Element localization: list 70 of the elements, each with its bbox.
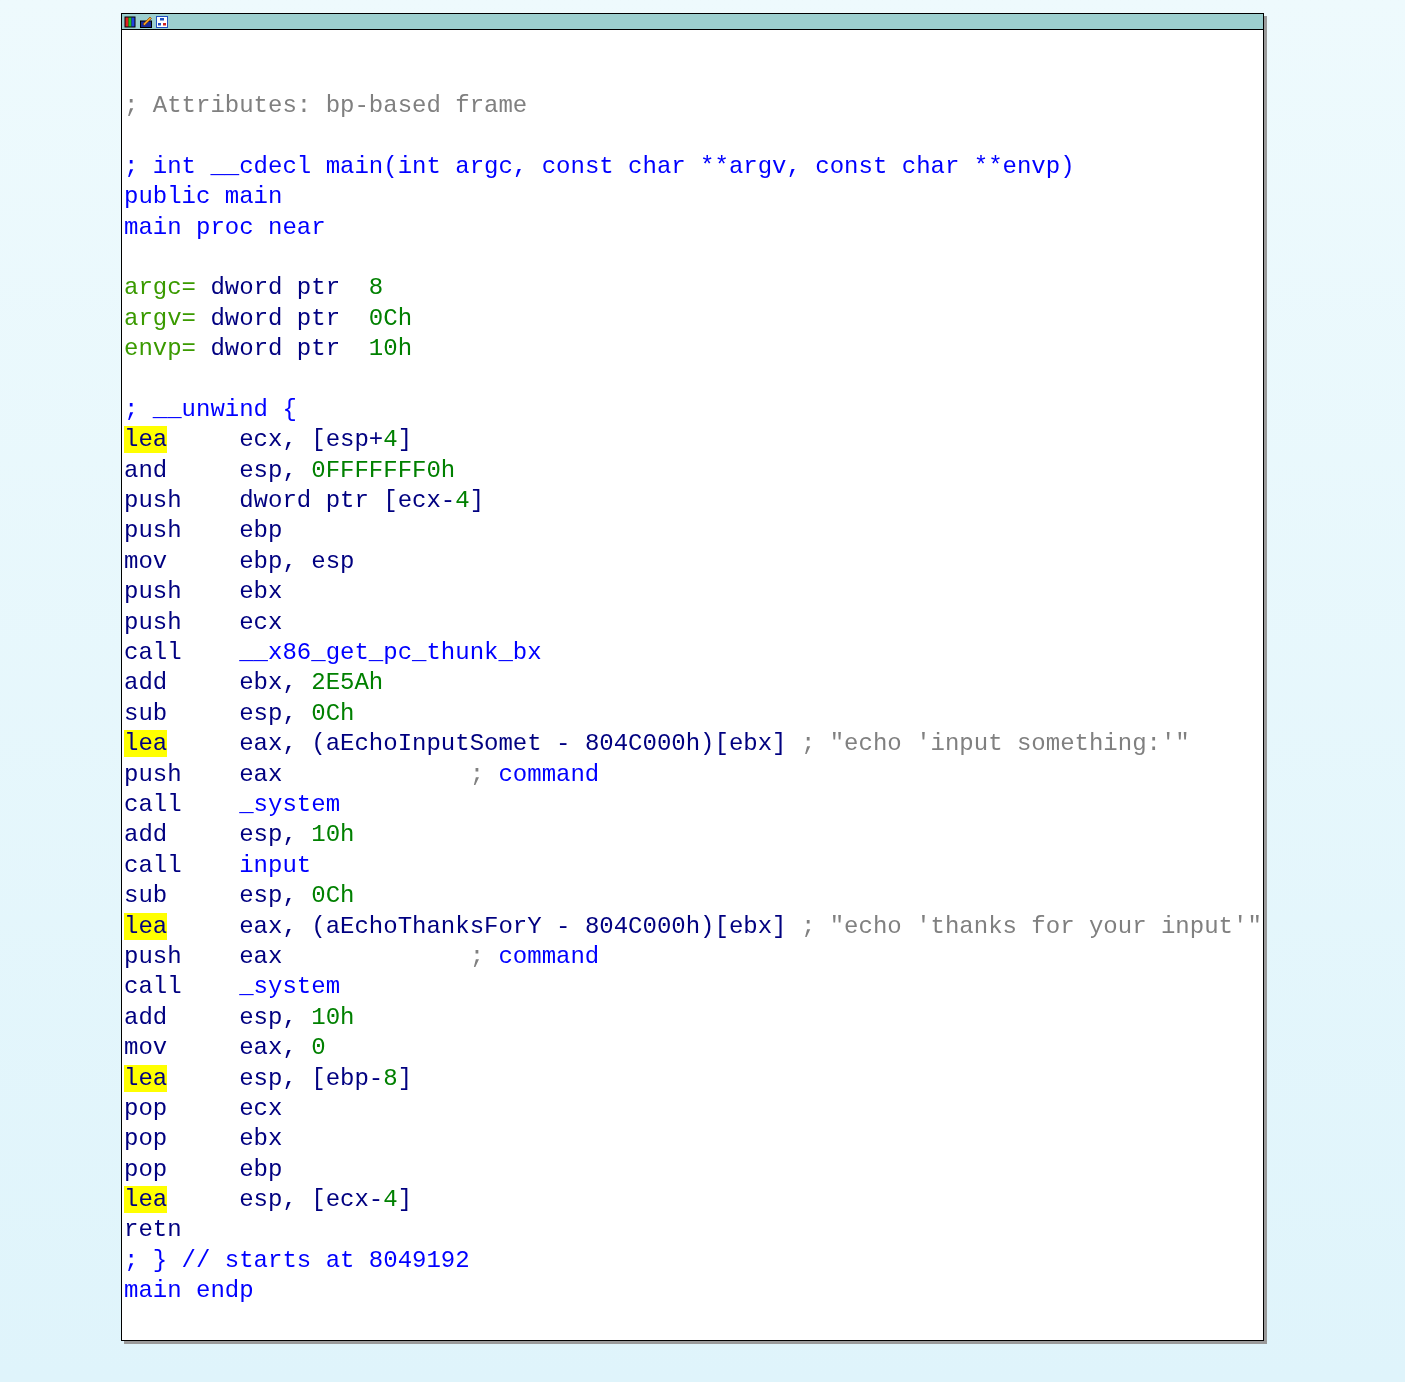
operands: ebx: [239, 1124, 283, 1155]
mnemonic: call: [124, 973, 182, 1001]
operands: _system: [239, 790, 341, 820]
operands: _system: [239, 972, 341, 1003]
code-comment: ; command: [469, 941, 600, 972]
code-line: ; int __cdecl main(int argc, const char **argv, const char **envp): [124, 151, 1075, 182]
code-line: ; __unwind {: [124, 394, 297, 425]
mnemonic: lea: [124, 912, 168, 940]
mnemonic: lea: [124, 730, 168, 758]
operands: eax, (aEchoInputSomet - 804C000h)[ebx]: [239, 729, 787, 760]
mnemonic: lea: [124, 1186, 168, 1214]
mnemonic: call: [124, 851, 182, 879]
operands: ebx, 2E5Ah: [239, 668, 384, 699]
mnemonic: sub: [124, 699, 168, 727]
mnemonic: pop: [124, 1125, 168, 1153]
code-line: main endp: [124, 1276, 254, 1307]
mnemonic: add: [124, 821, 168, 849]
mnemonic: mov: [124, 547, 168, 575]
operands: esp, 0FFFFFFF0h: [239, 455, 456, 486]
operands: esp, [ebp-8]: [239, 1063, 413, 1094]
mnemonic: pop: [124, 1155, 168, 1183]
operands: ebp, esp: [239, 546, 355, 577]
code-comment: ; "echo 'input something:'": [800, 729, 1190, 760]
mnemonic: push: [124, 942, 182, 970]
mnemonic: retn: [124, 1216, 182, 1244]
operands: eax: [239, 941, 284, 972]
operands: input: [239, 850, 312, 881]
code-line: public main: [124, 182, 283, 213]
operands: esp, 0Ch: [239, 881, 355, 912]
code-line: envp= dword ptr 10h: [124, 334, 413, 365]
mnemonic: push: [124, 760, 182, 788]
operands: __x86_get_pc_thunk_bx: [239, 638, 542, 669]
code-line: argc= dword ptr 8: [124, 273, 384, 304]
mnemonic: call: [124, 639, 182, 667]
operands: eax: [239, 759, 284, 790]
mnemonic: mov: [124, 1034, 168, 1062]
operands: eax, 0: [239, 1033, 326, 1064]
operands: dword ptr [ecx-4]: [239, 486, 485, 517]
mnemonic: push: [124, 517, 182, 545]
mnemonic: add: [124, 1003, 168, 1031]
mnemonic: sub: [124, 882, 168, 910]
operands: esp, 10h: [239, 820, 355, 851]
mnemonic: push: [124, 578, 182, 606]
code-line: ; } // starts at 8049192: [124, 1245, 470, 1276]
code-comment: ; command: [469, 759, 600, 790]
operands: ebp: [239, 1154, 283, 1185]
mnemonic: push: [124, 487, 182, 515]
mnemonic: lea: [124, 426, 168, 454]
operands: esp, 0Ch: [239, 698, 355, 729]
mnemonic: push: [124, 608, 182, 636]
pencil-icon[interactable]: [140, 15, 152, 28]
mnemonic: lea: [124, 1064, 168, 1092]
operands: esp, 10h: [239, 1002, 355, 1033]
mnemonic: add: [124, 669, 168, 697]
code-line: argv= dword ptr 0Ch: [124, 303, 413, 334]
mnemonic: and: [124, 456, 168, 484]
operands: ebp: [239, 516, 283, 547]
graph-icon[interactable]: [156, 15, 168, 28]
mnemonic: pop: [124, 1094, 168, 1122]
operands: eax, (aEchoThanksForY - 804C000h)[ebx]: [239, 911, 787, 942]
operands: ebx: [239, 577, 283, 608]
code-comment: ; "echo 'thanks for your input'": [800, 911, 1262, 942]
operands: ecx, [esp+4]: [239, 425, 413, 456]
operands: esp, [ecx-4]: [239, 1185, 413, 1216]
palette-icon[interactable]: [124, 15, 136, 28]
mnemonic: call: [124, 791, 182, 818]
operands: ecx: [239, 1093, 283, 1124]
code-line: main proc near: [124, 212, 326, 243]
code-line: ; Attributes: bp-based frame: [124, 91, 528, 121]
operands: ecx: [239, 607, 283, 638]
